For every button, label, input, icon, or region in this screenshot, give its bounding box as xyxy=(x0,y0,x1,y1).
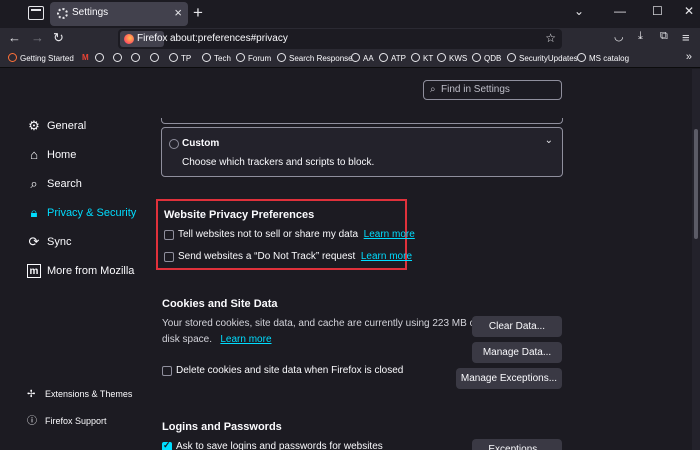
manage-exceptions-button[interactable]: Manage Exceptions... xyxy=(456,368,562,389)
puzzle-icon: ✢ xyxy=(27,389,36,400)
minimize-icon[interactable]: — xyxy=(614,4,626,18)
bookmark-globe-1[interactable] xyxy=(95,53,107,63)
search-icon: ⌕ xyxy=(430,84,436,95)
delete-cookies-label: Delete cookies and site data when Firefo… xyxy=(176,365,404,376)
sidebar-item-label: Privacy & Security xyxy=(47,207,137,219)
bookmark-aa[interactable]: AA xyxy=(351,53,374,63)
bookmark-ms-catalog[interactable]: MS catalog xyxy=(577,53,629,63)
bookmark-tech[interactable]: Tech xyxy=(202,53,231,63)
sidebar-item-label: More from Mozilla xyxy=(47,265,135,277)
dnt-label: Send websites a “Do Not Track” request L… xyxy=(178,251,413,262)
ask-save-logins-label: Ask to save logins and passwords for web… xyxy=(176,441,383,450)
pocket-icon[interactable]: ◡ xyxy=(614,30,624,43)
lock-icon: 🔒︎ xyxy=(30,205,38,220)
bookmarks-toolbar: Getting Started M TP Tech Forum Search R… xyxy=(0,50,700,68)
cookies-title: Cookies and Site Data xyxy=(162,298,278,310)
learn-more-link[interactable]: Learn more xyxy=(364,229,415,240)
bookmark-globe-4[interactable] xyxy=(150,53,162,63)
close-window-icon[interactable]: ✕ xyxy=(684,4,694,18)
gpc-label: Tell websites not to sell or share my da… xyxy=(178,229,415,240)
identity-box[interactable]: Firefox xyxy=(120,31,168,47)
bookmarks-overflow-icon[interactable]: » xyxy=(686,51,692,63)
privacy-prefs-title: Website Privacy Preferences xyxy=(164,209,315,221)
scrollbar-thumb[interactable] xyxy=(694,129,698,239)
bookmark-security-updates[interactable]: SecurityUpdates xyxy=(507,53,578,63)
delete-cookies-checkbox[interactable] xyxy=(162,366,172,376)
cookies-desc-line2: disk space. Learn more xyxy=(162,334,272,345)
identity-label: Firefox xyxy=(137,33,168,44)
custom-radio[interactable] xyxy=(169,139,179,149)
firefox-support-link[interactable]: ⓘ Firefox Support xyxy=(27,412,107,427)
bookmark-kws[interactable]: KWS xyxy=(437,53,467,63)
find-in-settings-input[interactable]: ⌕ Find in Settings xyxy=(423,80,562,100)
maximize-icon[interactable]: ☐ xyxy=(652,4,663,18)
list-all-tabs-icon[interactable]: ⌄ xyxy=(574,4,584,18)
home-icon: ⌂ xyxy=(30,147,38,162)
search-icon: ⌕ xyxy=(30,176,38,191)
bookmark-tp[interactable]: TP xyxy=(169,53,191,63)
clear-data-button[interactable]: Clear Data... xyxy=(472,316,562,337)
chevron-down-icon[interactable]: ⌄ xyxy=(545,135,553,146)
extensions-themes-link[interactable]: ✢ Extensions & Themes xyxy=(27,389,132,400)
bookmark-getting-started[interactable]: Getting Started xyxy=(8,53,74,63)
custom-title: Custom xyxy=(182,138,220,149)
gear-icon: ⚙ xyxy=(28,118,40,133)
tab-strip: Settings × + ⌄ — ☐ ✕ xyxy=(0,0,700,28)
tab-settings[interactable]: Settings × xyxy=(50,2,188,26)
bookmark-forum[interactable]: Forum xyxy=(236,53,271,63)
bookmark-gmail[interactable]: M xyxy=(82,53,89,62)
tab-title: Settings xyxy=(72,7,109,18)
tab-list-icon[interactable] xyxy=(28,6,44,20)
back-icon[interactable]: ← xyxy=(8,30,21,45)
sidebar-item-label: Search xyxy=(47,178,82,190)
sidebar-item-label: Home xyxy=(47,149,77,161)
firefox-logo-icon xyxy=(124,34,134,44)
logins-exceptions-button[interactable]: Exceptions... xyxy=(472,439,562,450)
logins-title: Logins and Passwords xyxy=(162,421,282,433)
sync-icon: ⟳ xyxy=(28,234,40,249)
gpc-checkbox[interactable] xyxy=(164,230,174,240)
downloads-icon[interactable]: ⤓ xyxy=(638,30,643,43)
tab-close-icon[interactable]: × xyxy=(174,5,182,20)
new-tab-icon[interactable]: + xyxy=(193,3,203,23)
learn-more-link[interactable]: Learn more xyxy=(361,251,412,262)
menu-icon[interactable]: ≡ xyxy=(682,30,690,45)
settings-page: ⌕ Find in Settings ⚙ General ⌂ Home ⌕ Se… xyxy=(0,69,700,450)
url-bar[interactable]: Firefox about:preferences#privacy ☆ xyxy=(118,29,562,49)
url-text[interactable]: about:preferences#privacy xyxy=(170,33,288,44)
mozilla-icon: m xyxy=(27,264,41,278)
forward-icon[interactable]: → xyxy=(31,30,44,45)
scrollbar[interactable] xyxy=(692,69,700,450)
bookmark-kt[interactable]: KT xyxy=(411,53,433,63)
bookmark-globe-3[interactable] xyxy=(131,53,143,63)
cookies-desc-line1: Your stored cookies, site data, and cach… xyxy=(162,318,478,329)
bookmark-atp[interactable]: ATP xyxy=(379,53,406,63)
bookmark-qdb[interactable]: QDB xyxy=(472,53,501,63)
reload-icon[interactable]: ↻ xyxy=(53,30,64,46)
custom-option[interactable]: Custom Choose which trackers and scripts… xyxy=(161,127,563,177)
navigation-toolbar: ← → ↻ Firefox about:preferences#privacy … xyxy=(0,28,700,50)
sidebar-item-label: Sync xyxy=(47,236,72,248)
previous-option-edge xyxy=(161,118,563,124)
help-icon: ⓘ xyxy=(27,416,37,427)
bookmark-search-response[interactable]: Search Response xyxy=(277,53,353,63)
manage-data-button[interactable]: Manage Data... xyxy=(472,342,562,363)
bookmark-star-icon[interactable]: ☆ xyxy=(545,31,556,45)
custom-description: Choose which trackers and scripts to blo… xyxy=(182,157,375,168)
ask-save-logins-checkbox[interactable] xyxy=(162,440,172,450)
learn-more-link[interactable]: Learn more xyxy=(220,334,271,345)
bookmark-globe-2[interactable] xyxy=(113,53,125,63)
search-placeholder: Find in Settings xyxy=(441,84,510,95)
settings-gear-icon xyxy=(57,8,68,19)
extensions-icon[interactable]: ⧉ xyxy=(660,30,668,43)
dnt-checkbox[interactable] xyxy=(164,252,174,262)
sidebar-item-label: General xyxy=(47,120,87,132)
